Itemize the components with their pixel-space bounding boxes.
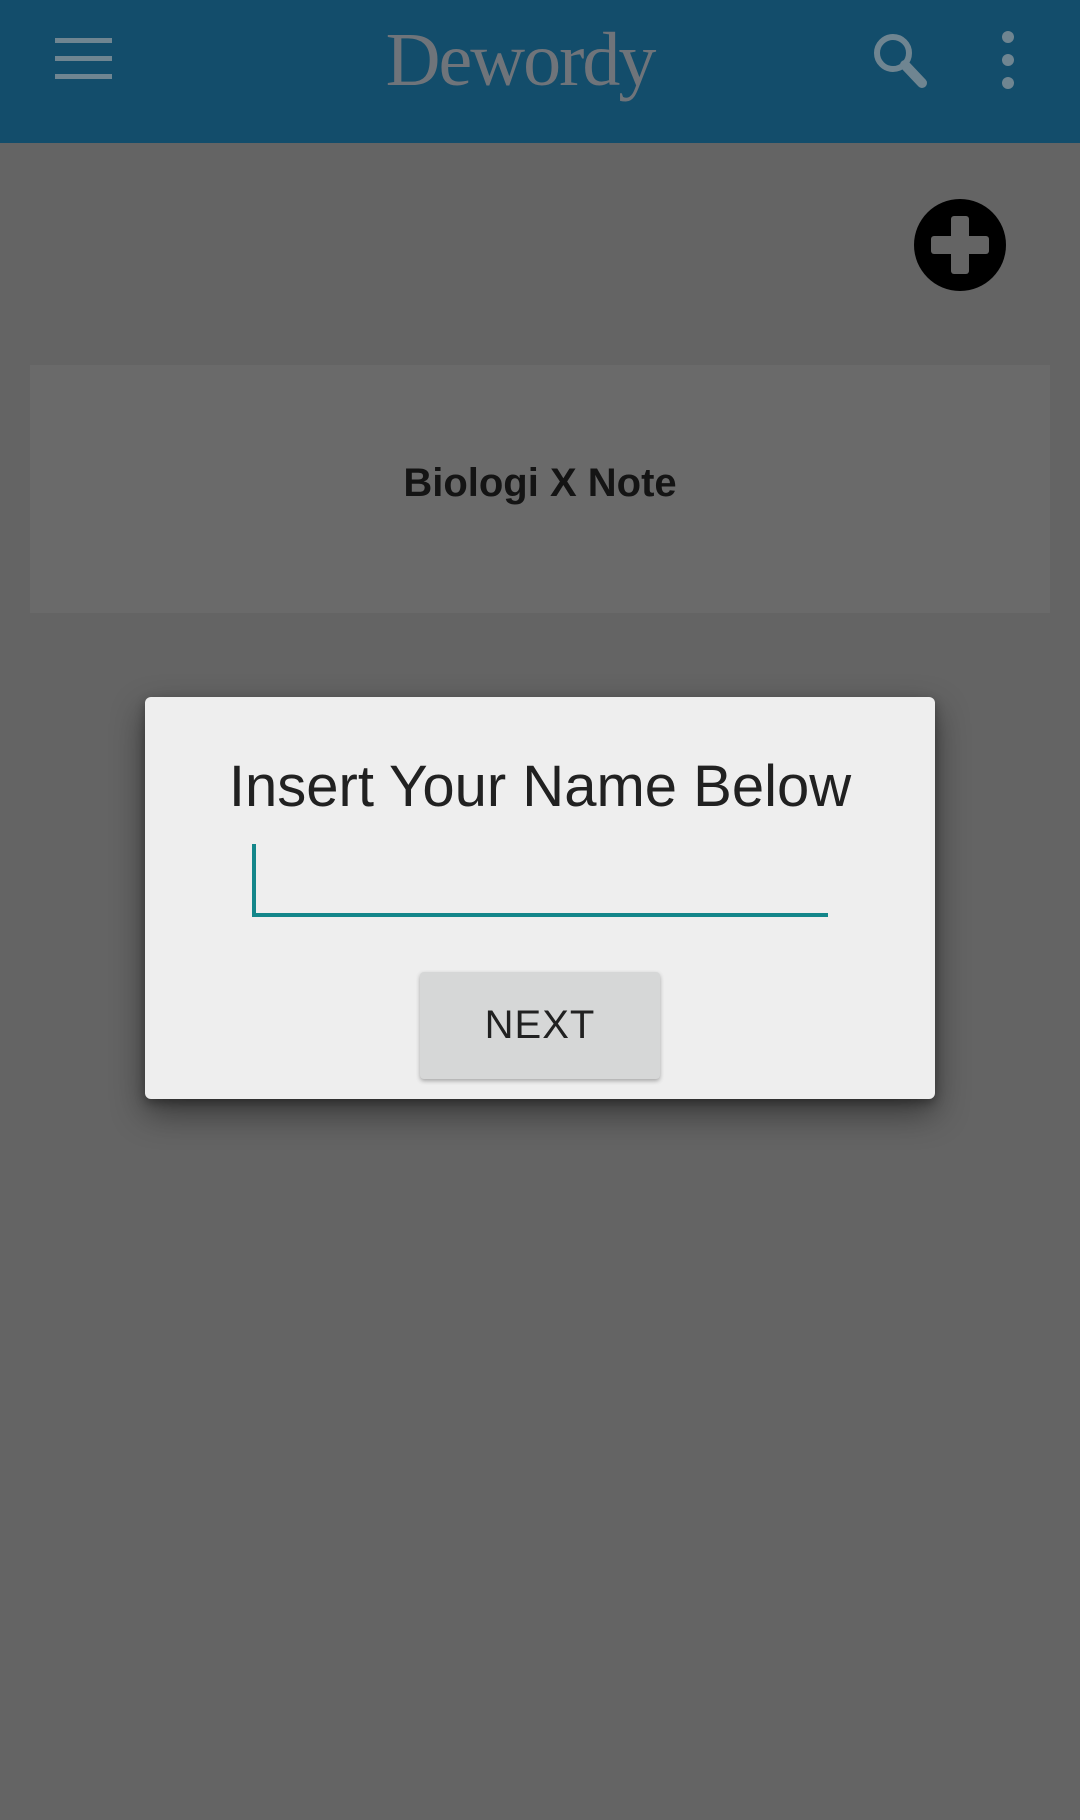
add-circle-icon — [914, 199, 1006, 291]
more-options-button[interactable] — [984, 25, 1032, 95]
hamburger-menu-icon — [55, 56, 112, 61]
dialog-title: Insert Your Name Below — [228, 754, 852, 819]
more-vertical-icon — [1002, 31, 1014, 89]
app-bar: Dewordy — [0, 0, 1080, 143]
hamburger-menu-icon — [55, 38, 112, 43]
next-button[interactable]: NEXT — [420, 972, 660, 1079]
note-title: Biologi X Note — [403, 460, 677, 505]
app-logo: Dewordy — [385, 18, 657, 102]
add-note-button[interactable] — [911, 196, 1009, 294]
name-input[interactable] — [252, 837, 828, 917]
text-cursor — [252, 844, 256, 916]
search-icon — [874, 34, 927, 88]
name-dialog: Insert Your Name Below NEXT — [145, 697, 935, 1099]
menu-button[interactable] — [40, 28, 128, 90]
note-card[interactable]: Biologi X Note — [30, 365, 1050, 613]
search-button[interactable] — [860, 25, 940, 95]
hamburger-menu-icon — [55, 74, 112, 79]
